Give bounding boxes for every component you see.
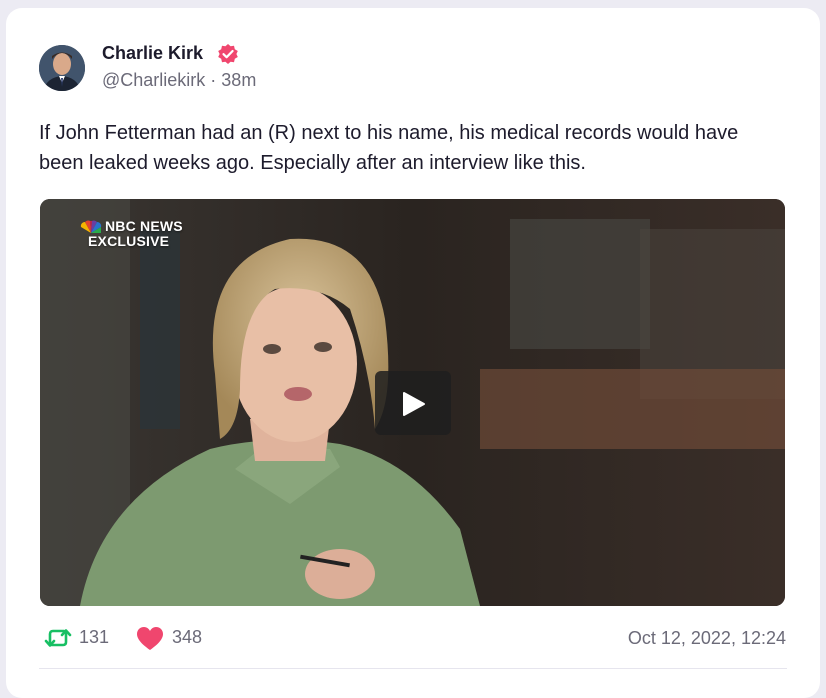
- author-handle[interactable]: @Charliekirk: [102, 70, 205, 90]
- heart-icon[interactable]: [136, 626, 164, 652]
- retweet-icon[interactable]: [44, 625, 72, 651]
- play-button[interactable]: [375, 371, 451, 435]
- video-player[interactable]: NBC NEWS EXCLUSIVE: [40, 199, 785, 606]
- post-actions: 131 348 Oct 12, 2022, 12:24: [44, 625, 786, 651]
- avatar[interactable]: [39, 45, 85, 91]
- verified-badge-icon: [218, 44, 238, 64]
- post-text: If John Fetterman had an (R) next to his…: [39, 122, 739, 174]
- post-time[interactable]: 38m: [221, 70, 256, 90]
- post-card: Charlie Kirk @Charliekirk · 38m If John …: [6, 8, 820, 698]
- like-count: 348: [172, 627, 203, 647]
- peacock-logo: [80, 220, 102, 233]
- separator-dot: ·: [205, 70, 222, 90]
- watermark-line2: EXCLUSIVE: [88, 233, 170, 249]
- play-icon: [403, 392, 425, 416]
- author-handle-line: @Charliekirk · 38m: [102, 70, 256, 91]
- post-date[interactable]: Oct 12, 2022, 12:24: [628, 628, 786, 649]
- divider: [39, 668, 787, 669]
- nbc-watermark: NBC NEWS EXCLUSIVE: [80, 219, 183, 249]
- watermark-line1: NBC NEWS: [105, 218, 183, 234]
- author-name[interactable]: Charlie Kirk: [102, 43, 203, 64]
- retweet-count: 131: [79, 627, 110, 647]
